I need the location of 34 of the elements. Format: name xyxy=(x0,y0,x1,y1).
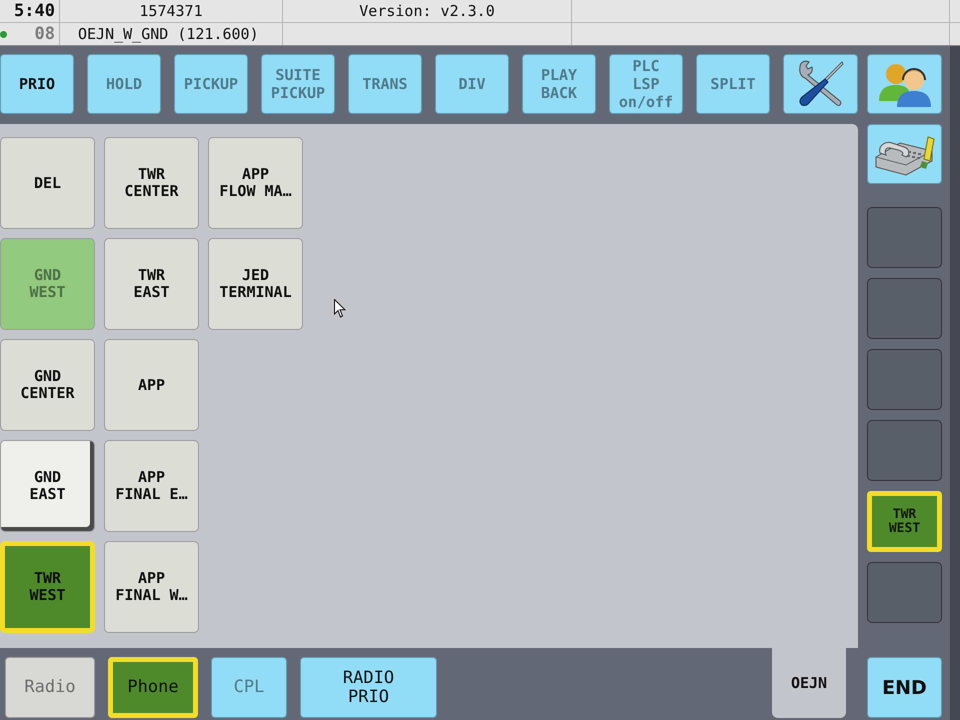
tab[interactable]: OEJN xyxy=(772,648,846,718)
version-label: Version: v2.3.0 xyxy=(359,2,495,20)
contact-button[interactable]: TWR WEST xyxy=(0,541,95,633)
contact-button[interactable]: TWR EAST xyxy=(104,238,199,330)
mode-button[interactable]: RADIO PRIO xyxy=(300,657,437,718)
tools-button[interactable] xyxy=(783,54,858,114)
end-button[interactable]: END xyxy=(867,657,942,718)
mouse-pointer-icon xyxy=(334,299,346,318)
position-id: 1574371 xyxy=(139,2,203,20)
mode-button[interactable]: Radio xyxy=(5,657,95,718)
clock-time: 5:40 xyxy=(14,1,55,21)
contact-button[interactable]: GND EAST xyxy=(0,440,95,532)
call-slot[interactable] xyxy=(867,349,942,410)
toolbar-button[interactable]: PRIO xyxy=(0,54,74,114)
call-slot[interactable] xyxy=(867,207,942,268)
clock-seconds: 08 xyxy=(34,24,55,44)
contacts-button[interactable] xyxy=(867,54,942,114)
call-slot[interactable] xyxy=(867,420,942,481)
contact-button[interactable]: APP FINAL E… xyxy=(104,440,199,532)
status-dot-icon xyxy=(0,30,7,38)
contact-button[interactable]: APP FINAL W… xyxy=(104,541,199,633)
phone-button[interactable] xyxy=(867,124,942,184)
people-icon xyxy=(876,61,932,107)
call-slot[interactable] xyxy=(867,278,942,339)
call-slot[interactable]: TWR WEST xyxy=(867,491,942,552)
contact-button[interactable]: APP xyxy=(104,339,199,431)
contact-button[interactable]: APP FLOW MA… xyxy=(208,137,303,229)
contact-button[interactable]: TWR CENTER xyxy=(104,137,199,229)
mode-button[interactable]: Phone xyxy=(108,657,198,718)
call-slot[interactable] xyxy=(867,562,942,623)
contact-button[interactable]: GND CENTER xyxy=(0,339,95,431)
contact-button[interactable]: JED TERMINAL xyxy=(208,238,303,330)
position-label: OEJN_W_GND (121.600) xyxy=(78,25,259,43)
contact-button[interactable]: DEL xyxy=(0,137,95,229)
